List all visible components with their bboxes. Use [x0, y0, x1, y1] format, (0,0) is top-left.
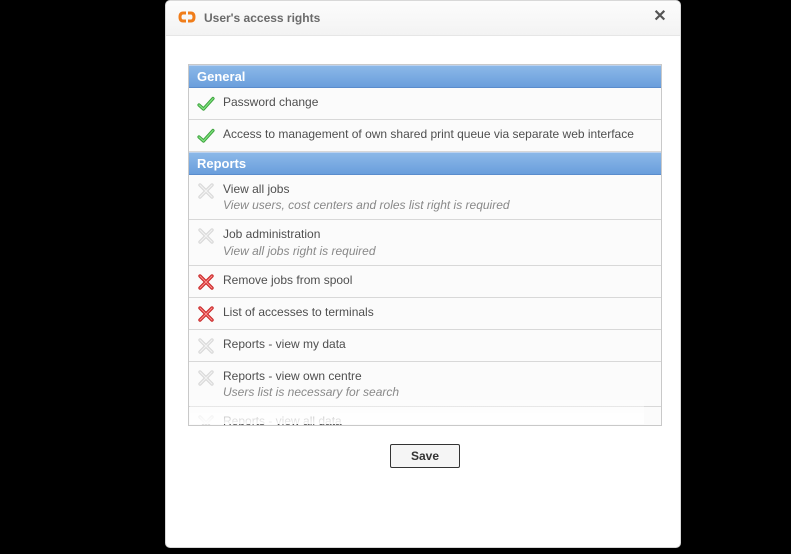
- x-grey-icon: [197, 182, 215, 200]
- section-header: General: [189, 65, 661, 88]
- dialog-titlebar: User's access rights ✕: [166, 1, 680, 36]
- right-label: View all jobs: [223, 181, 653, 197]
- right-note: View users, cost centers and roles list …: [223, 197, 653, 213]
- right-row[interactable]: Remove jobs from spool: [189, 266, 661, 298]
- right-label: Access to management of own shared print…: [223, 126, 653, 142]
- right-text: Reports - view my data: [223, 336, 653, 352]
- right-note: View all jobs right is required: [223, 243, 653, 259]
- close-icon[interactable]: ✕: [652, 10, 668, 26]
- right-text: Access to management of own shared print…: [223, 126, 653, 142]
- access-rights-dialog: User's access rights ✕ General Password c…: [165, 0, 681, 548]
- right-label: Job administration: [223, 226, 653, 242]
- right-row[interactable]: Reports - view my data: [189, 330, 661, 362]
- x-grey-icon: [197, 369, 215, 387]
- dialog-title: User's access rights: [204, 11, 644, 25]
- rights-scroll[interactable]: General Password change Access to manageme…: [189, 65, 661, 425]
- right-text: Reports - view own centreUsers list is n…: [223, 368, 653, 400]
- check-icon: [197, 95, 215, 113]
- right-text: Job administrationView all jobs right is…: [223, 226, 653, 258]
- right-text: Remove jobs from spool: [223, 272, 653, 288]
- x-red-icon: [197, 273, 215, 291]
- dialog-footer: Save: [188, 426, 662, 482]
- right-row[interactable]: Reports - view own centreUsers list is n…: [189, 362, 661, 407]
- right-label: Password change: [223, 94, 653, 110]
- right-text: View all jobsView users, cost centers an…: [223, 181, 653, 213]
- right-text: Reports - view all dataUsers list is nec…: [223, 413, 653, 425]
- dialog-body: General Password change Access to manageme…: [166, 36, 680, 547]
- right-text: List of accesses to terminals: [223, 304, 653, 320]
- right-row[interactable]: Job administrationView all jobs right is…: [189, 220, 661, 265]
- right-label: Reports - view own centre: [223, 368, 653, 384]
- app-logo-icon: [178, 10, 196, 27]
- x-grey-icon: [197, 227, 215, 245]
- right-label: Reports - view my data: [223, 336, 653, 352]
- x-grey-icon: [197, 337, 215, 355]
- right-row[interactable]: Reports - view all dataUsers list is nec…: [189, 407, 661, 425]
- rights-panel: General Password change Access to manageme…: [188, 64, 662, 426]
- right-row[interactable]: View all jobsView users, cost centers an…: [189, 175, 661, 220]
- right-row[interactable]: Password change: [189, 88, 661, 120]
- right-note: Users list is necessary for search: [223, 384, 653, 400]
- section-header: Reports: [189, 152, 661, 175]
- check-icon: [197, 127, 215, 145]
- right-label: Reports - view all data: [223, 413, 653, 425]
- right-label: List of accesses to terminals: [223, 304, 653, 320]
- right-row[interactable]: List of accesses to terminals: [189, 298, 661, 330]
- x-grey-icon: [197, 414, 215, 425]
- x-red-icon: [197, 305, 215, 323]
- right-label: Remove jobs from spool: [223, 272, 653, 288]
- right-text: Password change: [223, 94, 653, 110]
- save-button[interactable]: Save: [390, 444, 460, 468]
- right-row[interactable]: Access to management of own shared print…: [189, 120, 661, 152]
